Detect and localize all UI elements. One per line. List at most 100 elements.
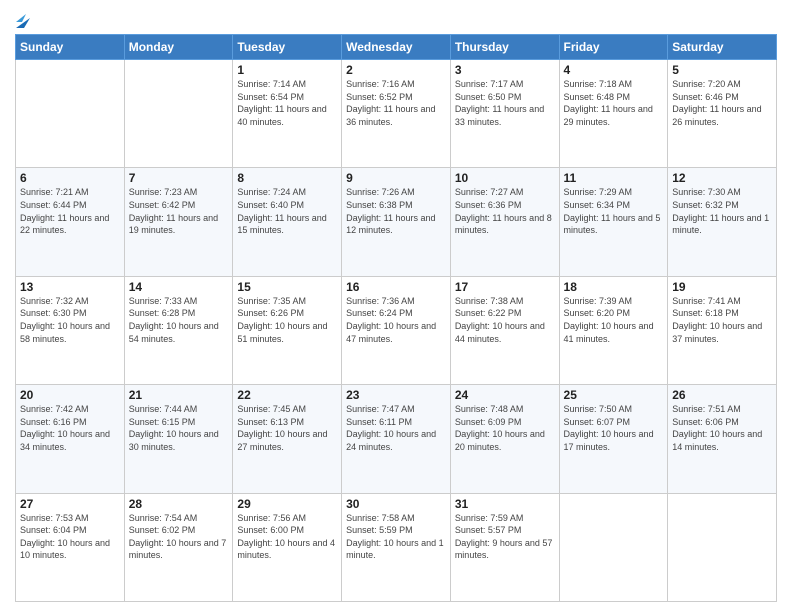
col-tuesday: Tuesday xyxy=(233,35,342,60)
calendar-week-row: 6Sunrise: 7:21 AMSunset: 6:44 PMDaylight… xyxy=(16,168,777,276)
day-number: 10 xyxy=(455,171,555,185)
day-number: 17 xyxy=(455,280,555,294)
table-row: 24Sunrise: 7:48 AMSunset: 6:09 PMDayligh… xyxy=(450,385,559,493)
day-number: 26 xyxy=(672,388,772,402)
table-row: 31Sunrise: 7:59 AMSunset: 5:57 PMDayligh… xyxy=(450,493,559,601)
day-number: 24 xyxy=(455,388,555,402)
day-number: 29 xyxy=(237,497,337,511)
day-number: 15 xyxy=(237,280,337,294)
day-number: 1 xyxy=(237,63,337,77)
table-row: 26Sunrise: 7:51 AMSunset: 6:06 PMDayligh… xyxy=(668,385,777,493)
day-info: Sunrise: 7:51 AMSunset: 6:06 PMDaylight:… xyxy=(672,403,772,453)
table-row xyxy=(124,60,233,168)
day-info: Sunrise: 7:32 AMSunset: 6:30 PMDaylight:… xyxy=(20,295,120,345)
table-row: 22Sunrise: 7:45 AMSunset: 6:13 PMDayligh… xyxy=(233,385,342,493)
day-number: 8 xyxy=(237,171,337,185)
table-row: 1Sunrise: 7:14 AMSunset: 6:54 PMDaylight… xyxy=(233,60,342,168)
table-row: 15Sunrise: 7:35 AMSunset: 6:26 PMDayligh… xyxy=(233,276,342,384)
calendar-week-row: 20Sunrise: 7:42 AMSunset: 6:16 PMDayligh… xyxy=(16,385,777,493)
table-row: 12Sunrise: 7:30 AMSunset: 6:32 PMDayligh… xyxy=(668,168,777,276)
day-info: Sunrise: 7:39 AMSunset: 6:20 PMDaylight:… xyxy=(564,295,664,345)
day-number: 12 xyxy=(672,171,772,185)
logo-bird-icon xyxy=(16,10,30,28)
table-row: 11Sunrise: 7:29 AMSunset: 6:34 PMDayligh… xyxy=(559,168,668,276)
day-info: Sunrise: 7:59 AMSunset: 5:57 PMDaylight:… xyxy=(455,512,555,562)
calendar-table: Sunday Monday Tuesday Wednesday Thursday… xyxy=(15,34,777,602)
day-info: Sunrise: 7:50 AMSunset: 6:07 PMDaylight:… xyxy=(564,403,664,453)
table-row: 30Sunrise: 7:58 AMSunset: 5:59 PMDayligh… xyxy=(342,493,451,601)
day-number: 11 xyxy=(564,171,664,185)
day-info: Sunrise: 7:53 AMSunset: 6:04 PMDaylight:… xyxy=(20,512,120,562)
table-row: 20Sunrise: 7:42 AMSunset: 6:16 PMDayligh… xyxy=(16,385,125,493)
col-wednesday: Wednesday xyxy=(342,35,451,60)
table-row: 25Sunrise: 7:50 AMSunset: 6:07 PMDayligh… xyxy=(559,385,668,493)
day-info: Sunrise: 7:16 AMSunset: 6:52 PMDaylight:… xyxy=(346,78,446,128)
col-saturday: Saturday xyxy=(668,35,777,60)
day-info: Sunrise: 7:47 AMSunset: 6:11 PMDaylight:… xyxy=(346,403,446,453)
table-row: 2Sunrise: 7:16 AMSunset: 6:52 PMDaylight… xyxy=(342,60,451,168)
col-thursday: Thursday xyxy=(450,35,559,60)
page: Sunday Monday Tuesday Wednesday Thursday… xyxy=(0,0,792,612)
day-info: Sunrise: 7:36 AMSunset: 6:24 PMDaylight:… xyxy=(346,295,446,345)
header xyxy=(15,10,777,28)
day-info: Sunrise: 7:42 AMSunset: 6:16 PMDaylight:… xyxy=(20,403,120,453)
day-info: Sunrise: 7:14 AMSunset: 6:54 PMDaylight:… xyxy=(237,78,337,128)
table-row: 10Sunrise: 7:27 AMSunset: 6:36 PMDayligh… xyxy=(450,168,559,276)
table-row: 19Sunrise: 7:41 AMSunset: 6:18 PMDayligh… xyxy=(668,276,777,384)
day-number: 19 xyxy=(672,280,772,294)
calendar-week-row: 27Sunrise: 7:53 AMSunset: 6:04 PMDayligh… xyxy=(16,493,777,601)
logo-text xyxy=(15,10,29,28)
day-info: Sunrise: 7:33 AMSunset: 6:28 PMDaylight:… xyxy=(129,295,229,345)
day-info: Sunrise: 7:56 AMSunset: 6:00 PMDaylight:… xyxy=(237,512,337,562)
day-info: Sunrise: 7:45 AMSunset: 6:13 PMDaylight:… xyxy=(237,403,337,453)
day-info: Sunrise: 7:18 AMSunset: 6:48 PMDaylight:… xyxy=(564,78,664,128)
calendar-header-row: Sunday Monday Tuesday Wednesday Thursday… xyxy=(16,35,777,60)
day-info: Sunrise: 7:30 AMSunset: 6:32 PMDaylight:… xyxy=(672,186,772,236)
table-row: 16Sunrise: 7:36 AMSunset: 6:24 PMDayligh… xyxy=(342,276,451,384)
table-row: 7Sunrise: 7:23 AMSunset: 6:42 PMDaylight… xyxy=(124,168,233,276)
calendar-week-row: 13Sunrise: 7:32 AMSunset: 6:30 PMDayligh… xyxy=(16,276,777,384)
day-info: Sunrise: 7:54 AMSunset: 6:02 PMDaylight:… xyxy=(129,512,229,562)
table-row: 9Sunrise: 7:26 AMSunset: 6:38 PMDaylight… xyxy=(342,168,451,276)
table-row: 4Sunrise: 7:18 AMSunset: 6:48 PMDaylight… xyxy=(559,60,668,168)
day-number: 7 xyxy=(129,171,229,185)
day-number: 22 xyxy=(237,388,337,402)
day-info: Sunrise: 7:17 AMSunset: 6:50 PMDaylight:… xyxy=(455,78,555,128)
day-number: 30 xyxy=(346,497,446,511)
table-row: 3Sunrise: 7:17 AMSunset: 6:50 PMDaylight… xyxy=(450,60,559,168)
day-number: 21 xyxy=(129,388,229,402)
day-number: 23 xyxy=(346,388,446,402)
col-friday: Friday xyxy=(559,35,668,60)
day-info: Sunrise: 7:44 AMSunset: 6:15 PMDaylight:… xyxy=(129,403,229,453)
day-number: 3 xyxy=(455,63,555,77)
day-number: 6 xyxy=(20,171,120,185)
day-info: Sunrise: 7:26 AMSunset: 6:38 PMDaylight:… xyxy=(346,186,446,236)
table-row xyxy=(16,60,125,168)
table-row: 28Sunrise: 7:54 AMSunset: 6:02 PMDayligh… xyxy=(124,493,233,601)
table-row: 14Sunrise: 7:33 AMSunset: 6:28 PMDayligh… xyxy=(124,276,233,384)
table-row: 23Sunrise: 7:47 AMSunset: 6:11 PMDayligh… xyxy=(342,385,451,493)
table-row: 13Sunrise: 7:32 AMSunset: 6:30 PMDayligh… xyxy=(16,276,125,384)
day-number: 25 xyxy=(564,388,664,402)
day-number: 28 xyxy=(129,497,229,511)
day-info: Sunrise: 7:29 AMSunset: 6:34 PMDaylight:… xyxy=(564,186,664,236)
day-number: 2 xyxy=(346,63,446,77)
day-number: 13 xyxy=(20,280,120,294)
day-number: 5 xyxy=(672,63,772,77)
table-row xyxy=(668,493,777,601)
day-info: Sunrise: 7:23 AMSunset: 6:42 PMDaylight:… xyxy=(129,186,229,236)
day-info: Sunrise: 7:20 AMSunset: 6:46 PMDaylight:… xyxy=(672,78,772,128)
day-info: Sunrise: 7:27 AMSunset: 6:36 PMDaylight:… xyxy=(455,186,555,236)
table-row: 17Sunrise: 7:38 AMSunset: 6:22 PMDayligh… xyxy=(450,276,559,384)
day-info: Sunrise: 7:58 AMSunset: 5:59 PMDaylight:… xyxy=(346,512,446,562)
day-number: 27 xyxy=(20,497,120,511)
col-monday: Monday xyxy=(124,35,233,60)
day-number: 9 xyxy=(346,171,446,185)
day-info: Sunrise: 7:41 AMSunset: 6:18 PMDaylight:… xyxy=(672,295,772,345)
table-row: 5Sunrise: 7:20 AMSunset: 6:46 PMDaylight… xyxy=(668,60,777,168)
col-sunday: Sunday xyxy=(16,35,125,60)
day-number: 31 xyxy=(455,497,555,511)
day-info: Sunrise: 7:48 AMSunset: 6:09 PMDaylight:… xyxy=(455,403,555,453)
day-info: Sunrise: 7:38 AMSunset: 6:22 PMDaylight:… xyxy=(455,295,555,345)
day-info: Sunrise: 7:21 AMSunset: 6:44 PMDaylight:… xyxy=(20,186,120,236)
